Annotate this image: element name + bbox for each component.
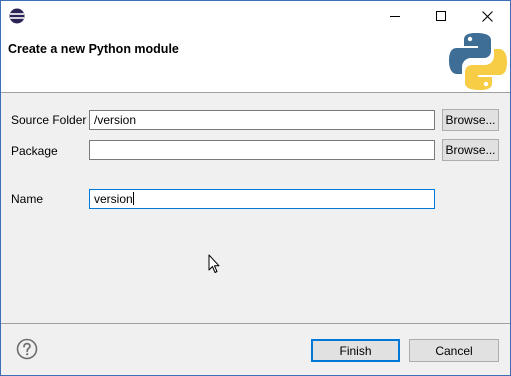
maximize-icon xyxy=(436,11,446,21)
finish-button[interactable]: Finish xyxy=(311,339,400,362)
close-button[interactable] xyxy=(464,1,510,31)
package-label: Package xyxy=(11,144,58,158)
minimize-icon xyxy=(390,16,400,17)
title-bar[interactable] xyxy=(1,1,510,31)
text-caret xyxy=(132,192,134,205)
cancel-button[interactable]: Cancel xyxy=(409,339,499,362)
page-title: Create a new Python module xyxy=(8,42,179,56)
new-python-module-dialog: Create a new Python module Source Folder… xyxy=(0,0,511,376)
name-label: Name xyxy=(11,192,44,206)
mouse-pointer-icon xyxy=(208,254,220,273)
name-field[interactable]: version xyxy=(89,189,435,209)
wizard-banner: Create a new Python module xyxy=(1,31,510,92)
eclipse-icon xyxy=(9,8,25,24)
python-logo xyxy=(449,33,507,90)
package-browse-button[interactable]: Browse... xyxy=(442,139,499,161)
package-field[interactable] xyxy=(89,140,435,160)
maximize-button[interactable] xyxy=(418,1,464,31)
source-folder-field[interactable]: /version xyxy=(89,110,435,130)
footer-separator xyxy=(1,323,510,324)
source-folder-value: /version xyxy=(94,113,137,127)
minimize-button[interactable] xyxy=(372,1,418,31)
question-mark-icon[interactable] xyxy=(16,338,38,360)
source-folder-label: Source Folder xyxy=(11,113,87,127)
close-icon xyxy=(481,10,493,22)
source-folder-browse-button[interactable]: Browse... xyxy=(442,109,499,131)
name-value: version xyxy=(94,192,133,206)
banner-separator xyxy=(1,92,510,93)
